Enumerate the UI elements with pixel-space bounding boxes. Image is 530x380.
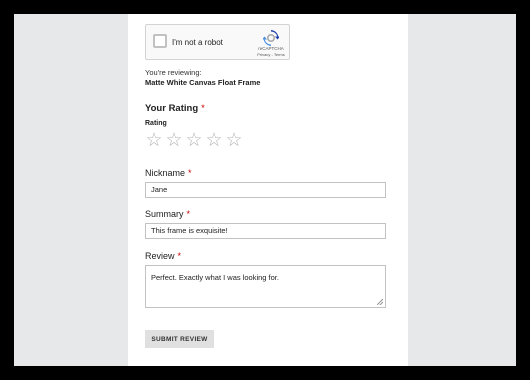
product-name: Matte White Canvas Float Frame bbox=[145, 78, 261, 87]
required-mark: * bbox=[188, 168, 192, 178]
star-3-icon[interactable]: ☆ bbox=[185, 131, 203, 151]
required-mark: * bbox=[201, 103, 205, 114]
recaptcha-links[interactable]: Privacy - Terms bbox=[254, 52, 288, 57]
rating-heading: Your Rating * bbox=[145, 103, 205, 114]
star-5-icon[interactable]: ☆ bbox=[225, 131, 243, 151]
star-1-icon[interactable]: ☆ bbox=[145, 131, 163, 151]
star-4-icon[interactable]: ☆ bbox=[205, 131, 223, 151]
nickname-label: Nickname * bbox=[145, 168, 192, 178]
star-2-icon[interactable]: ☆ bbox=[165, 131, 183, 151]
nickname-field[interactable]: Jane bbox=[145, 182, 386, 198]
star-rating[interactable]: ☆ ☆ ☆ ☆ ☆ bbox=[145, 131, 243, 151]
summary-field[interactable]: This frame is exquisite! bbox=[145, 223, 386, 239]
recaptcha-brand: reCAPTCHA bbox=[258, 46, 284, 51]
required-mark: * bbox=[177, 251, 182, 261]
summary-label: Summary * bbox=[145, 209, 191, 219]
review-textarea[interactable]: Perfect. Exactly what I was looking for. bbox=[145, 265, 386, 308]
resize-handle-icon[interactable] bbox=[377, 299, 383, 305]
required-mark: * bbox=[186, 209, 191, 219]
review-text: Perfect. Exactly what I was looking for. bbox=[151, 273, 279, 282]
reviewing-label: You're reviewing: bbox=[145, 68, 202, 77]
review-label: Review * bbox=[145, 251, 182, 261]
recaptcha-widget: I'm not a robot reCAPTCHA Privacy - Term… bbox=[145, 24, 290, 60]
submit-review-button[interactable]: SUBMIT REVIEW bbox=[145, 330, 214, 348]
recaptcha-label: I'm not a robot bbox=[172, 38, 223, 47]
recaptcha-logo-icon bbox=[263, 30, 279, 46]
recaptcha-checkbox[interactable] bbox=[153, 34, 167, 48]
rating-sub-label: Rating bbox=[145, 120, 167, 127]
